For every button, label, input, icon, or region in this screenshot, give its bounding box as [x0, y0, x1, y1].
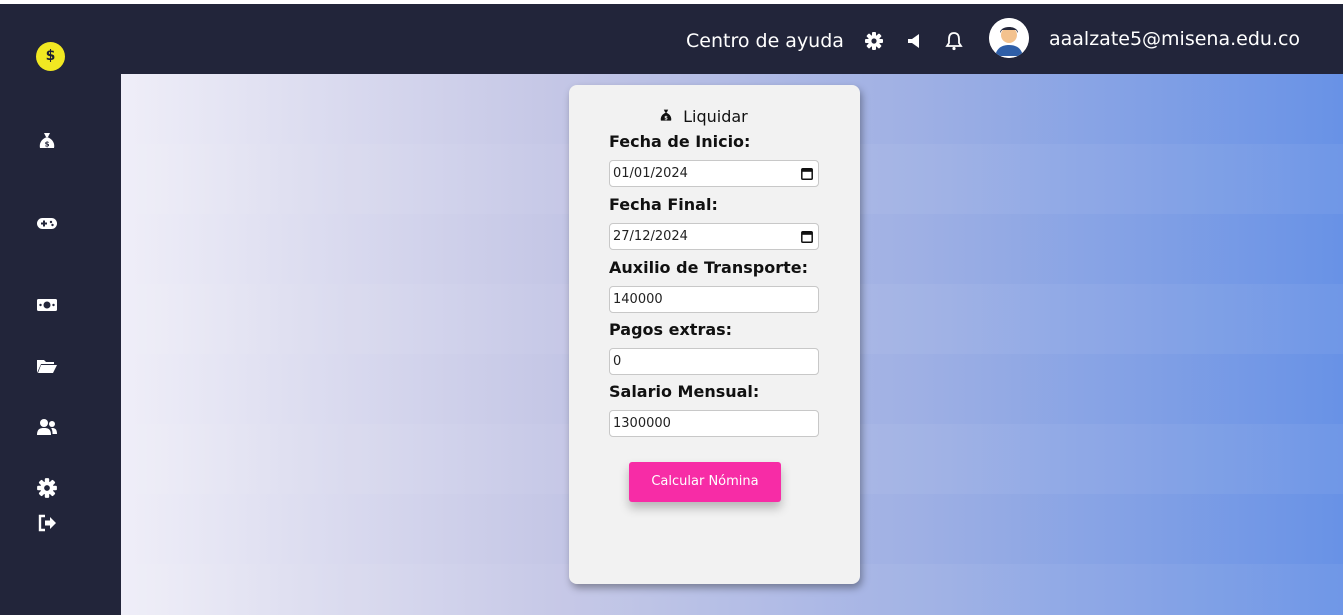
end-date-input[interactable]: 27/12/2024 — [609, 223, 819, 250]
settings-icon[interactable] — [36, 477, 58, 499]
money-bill-icon[interactable] — [36, 294, 58, 316]
form-title: $ Liquidar — [658, 107, 748, 126]
start-date-value: 01/01/2024 — [613, 166, 688, 181]
end-date-label: Fecha Final: — [609, 195, 718, 214]
start-date-label: Fecha de Inicio: — [609, 132, 751, 151]
gamepad-icon[interactable] — [36, 212, 58, 234]
megaphone-icon[interactable] — [905, 30, 925, 52]
monthly-salary-input[interactable]: 1300000 — [609, 410, 819, 437]
users-icon[interactable] — [36, 416, 58, 438]
svg-text:$: $ — [45, 141, 50, 149]
extra-payments-label: Pagos extras: — [609, 320, 733, 339]
folder-open-icon[interactable] — [36, 355, 58, 377]
extra-payments-input[interactable]: 0 — [609, 348, 819, 375]
end-date-value: 27/12/2024 — [613, 229, 688, 244]
calculate-payroll-button[interactable]: Calcular Nómina — [629, 462, 781, 502]
calendar-icon[interactable] — [801, 230, 813, 243]
svg-text:$: $ — [664, 116, 668, 122]
form-title-text: Liquidar — [683, 107, 748, 126]
calendar-icon[interactable] — [801, 167, 813, 180]
bell-icon[interactable] — [944, 30, 964, 52]
dollar-logo-icon[interactable]: $ — [36, 42, 65, 71]
transport-allowance-input[interactable]: 140000 — [609, 286, 819, 313]
transport-allowance-label: Auxilio de Transporte: — [609, 258, 808, 277]
start-date-input[interactable]: 01/01/2024 — [609, 160, 819, 187]
user-avatar[interactable] — [989, 18, 1029, 58]
logout-icon[interactable] — [36, 512, 58, 534]
money-bag-icon: $ — [660, 109, 672, 122]
top-navbar: $ Centro de ayuda aaalzate5@misena.edu.c… — [0, 4, 1343, 74]
user-email[interactable]: aaalzate5@misena.edu.co — [1049, 28, 1300, 50]
money-bag-icon[interactable]: $ — [36, 130, 58, 152]
monthly-salary-label: Salario Mensual: — [609, 382, 760, 401]
payroll-form-card: $ Liquidar Fecha de Inicio: 01/01/2024 F… — [569, 85, 860, 584]
help-center-link[interactable]: Centro de ayuda — [686, 30, 844, 52]
sidebar: $ — [0, 74, 121, 615]
gear-icon[interactable] — [864, 30, 884, 52]
